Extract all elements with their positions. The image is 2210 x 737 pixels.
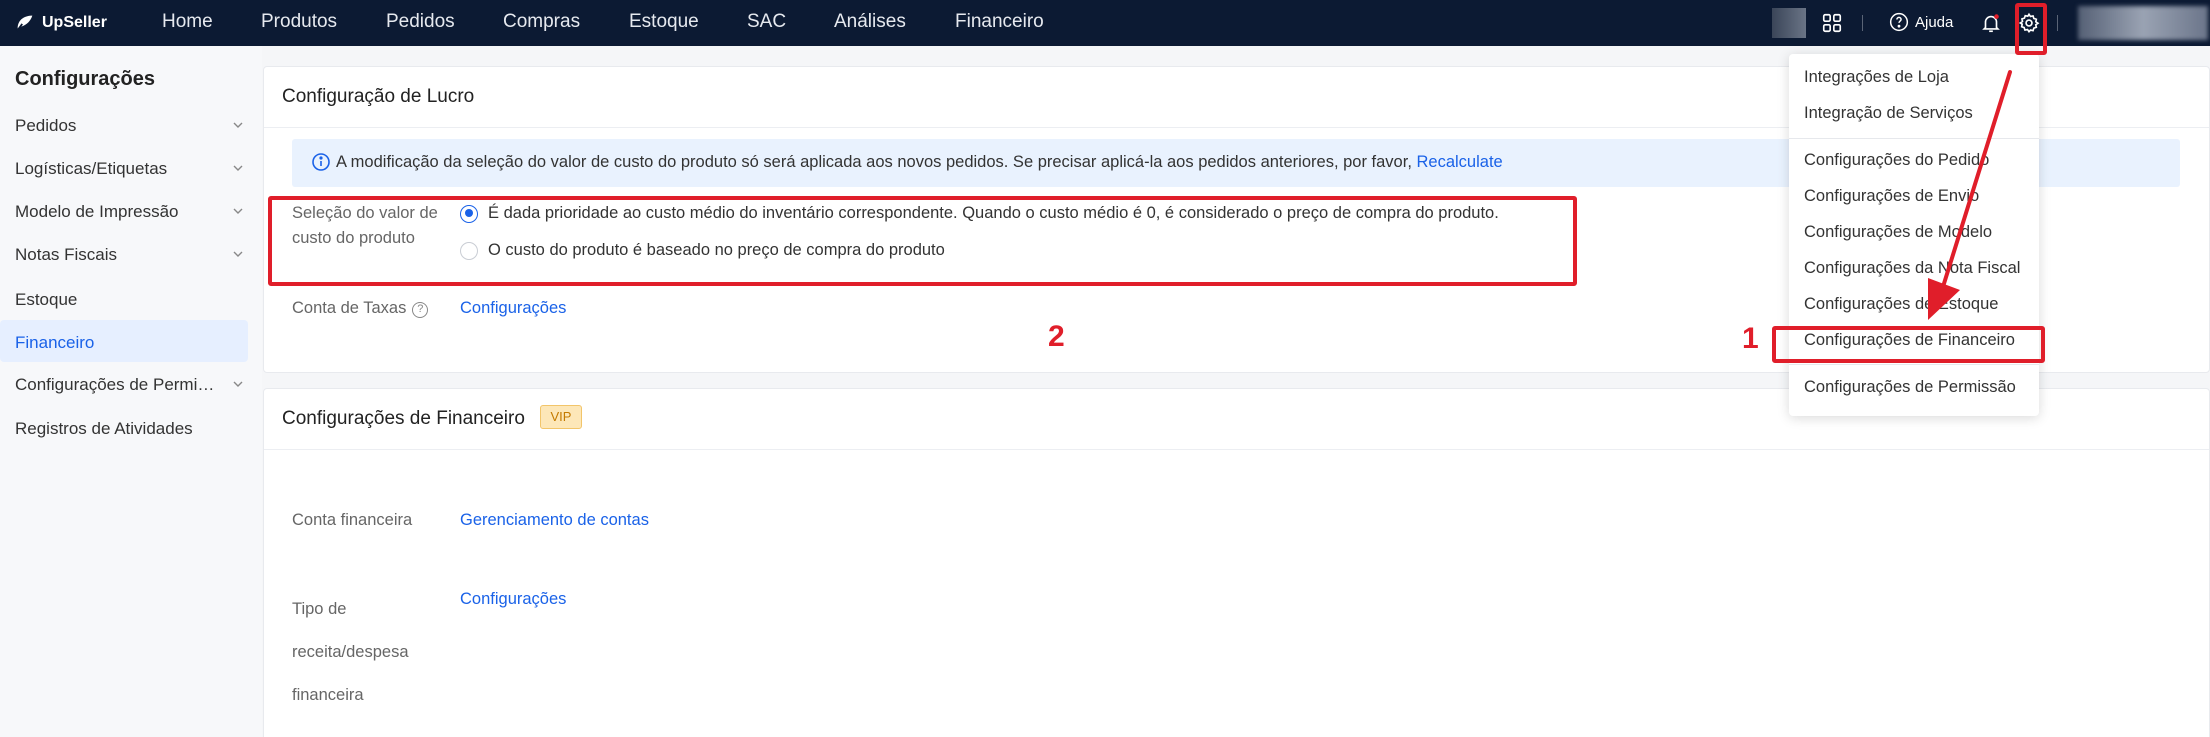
nav-compras[interactable]: Compras	[503, 11, 580, 33]
header-divider	[1862, 15, 1863, 31]
logo-text: UpSeller	[42, 14, 107, 31]
blurred-store-avatar[interactable]	[1772, 8, 1806, 38]
card-divider	[264, 449, 2209, 450]
header-divider-2	[2057, 15, 2058, 31]
help-circle-icon	[1889, 12, 1909, 32]
menu-item-config-permissao[interactable]: Configurações de Permissão	[1804, 378, 2016, 397]
tax-account-label-text: Conta de Taxas	[292, 299, 407, 317]
sidebar-item-label: Financeiro	[15, 333, 95, 352]
chevron-down-icon	[233, 381, 243, 387]
blurred-user-account[interactable]	[2078, 6, 2208, 40]
menu-item-config-pedido[interactable]: Configurações do Pedido	[1804, 151, 1989, 170]
sidebar-item-permissoes[interactable]: Configurações de Permi…	[15, 375, 245, 395]
nav-financeiro[interactable]: Financeiro	[955, 11, 1044, 33]
account-management-link[interactable]: Gerenciamento de contas	[460, 511, 649, 530]
annotation-box-settings-gear	[2015, 3, 2047, 55]
menu-item-integracao-servicos[interactable]: Integração de Serviços	[1804, 104, 1973, 123]
info-icon	[312, 153, 330, 171]
vip-badge: VIP	[540, 405, 582, 429]
nav-pedidos[interactable]: Pedidos	[386, 11, 455, 33]
finance-type-label: Tipo de receita/despesa financeira	[292, 588, 409, 717]
annotation-box-cost-selection	[268, 196, 1577, 286]
nav-produtos[interactable]: Produtos	[261, 11, 337, 33]
top-navbar: UpSeller Home Produtos Pedidos Compras E…	[0, 0, 2210, 46]
menu-item-integracoes-loja[interactable]: Integrações de Loja	[1804, 68, 1949, 87]
sidebar-item-label: Configurações de Permi…	[15, 375, 215, 394]
sidebar-title: Configurações	[15, 68, 156, 90]
sidebar-item-pedidos[interactable]: Pedidos	[15, 116, 245, 136]
menu-divider	[1789, 364, 2039, 365]
sidebar-item-label: Registros de Atividades	[15, 419, 193, 438]
upseller-logo[interactable]: UpSeller	[14, 12, 107, 34]
menu-item-config-estoque[interactable]: Configurações de Estoque	[1804, 295, 1998, 314]
finance-type-settings-link[interactable]: Configurações	[460, 590, 566, 609]
menu-item-config-envio[interactable]: Configurações de Envio	[1804, 187, 1979, 206]
annotation-box-financeiro-menu	[1772, 326, 2045, 363]
sidebar-item-estoque[interactable]: Estoque	[15, 290, 245, 310]
sidebar-item-label: Pedidos	[15, 116, 77, 135]
type-label-line1: Tipo de	[292, 600, 347, 618]
type-label-line2: receita/despesa	[292, 643, 409, 661]
settings-sidebar: Configurações Pedidos Logísticas/Etiquet…	[0, 46, 262, 737]
help-link[interactable]: Ajuda	[1889, 12, 1953, 32]
tax-account-label: Conta de Taxas?	[292, 296, 429, 321]
tax-settings-link[interactable]: Configurações	[460, 299, 566, 318]
recalculate-link[interactable]: Recalculate	[1417, 153, 1503, 171]
info-message-text: A modificação da seleção do valor de cus…	[336, 153, 1412, 171]
sidebar-item-modelo-impressao[interactable]: Modelo de Impressão	[15, 202, 245, 222]
apps-grid-icon[interactable]	[1821, 12, 1843, 34]
menu-item-config-modelo[interactable]: Configurações de Modelo	[1804, 223, 1992, 242]
finance-card-title: Configurações de Financeiro	[282, 408, 525, 429]
type-label-line3: financeira	[292, 686, 364, 704]
notification-bell-icon[interactable]	[1980, 12, 2002, 34]
sidebar-item-label: Estoque	[15, 290, 78, 309]
sidebar-item-notas-fiscais[interactable]: Notas Fiscais	[15, 245, 245, 265]
finance-account-label: Conta financeira	[292, 511, 413, 529]
sidebar-item-financeiro[interactable]: Financeiro	[15, 333, 245, 353]
upseller-logo-icon	[16, 15, 33, 32]
chevron-down-icon	[233, 122, 243, 128]
question-help-icon[interactable]: ?	[412, 302, 429, 318]
menu-divider	[1789, 138, 2039, 139]
help-label: Ajuda	[1915, 13, 1954, 31]
chevron-down-icon	[233, 208, 243, 214]
chevron-down-icon	[233, 165, 243, 171]
sidebar-item-label: Modelo de Impressão	[15, 202, 179, 221]
nav-sac[interactable]: SAC	[747, 11, 786, 33]
sidebar-item-label: Notas Fiscais	[15, 245, 118, 264]
chevron-down-icon	[233, 251, 243, 257]
nav-home[interactable]: Home	[162, 11, 213, 33]
nav-analises[interactable]: Análises	[834, 11, 906, 33]
menu-item-config-nota-fiscal[interactable]: Configurações da Nota Fiscal	[1804, 259, 2020, 278]
annotation-step-2: 2	[1048, 320, 1065, 353]
info-message: A modificação da seleção do valor de cus…	[336, 153, 1503, 172]
sidebar-item-logisticas[interactable]: Logísticas/Etiquetas	[15, 159, 245, 179]
finance-config-card: Configurações de Financeiro	[263, 388, 2210, 737]
annotation-step-1: 1	[1742, 322, 1759, 355]
sidebar-item-label: Logísticas/Etiquetas	[15, 159, 168, 178]
profit-card-title: Configuração de Lucro	[282, 86, 475, 107]
nav-estoque[interactable]: Estoque	[629, 11, 699, 33]
sidebar-item-registros[interactable]: Registros de Atividades	[15, 419, 245, 439]
